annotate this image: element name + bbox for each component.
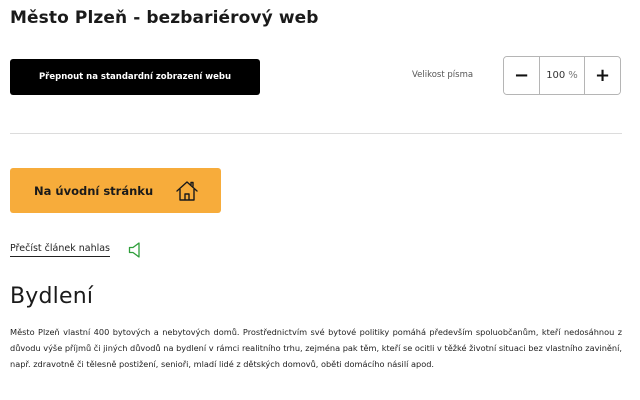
article-heading: Bydlení bbox=[10, 284, 94, 309]
page: Město Plzeň - bezbariérový web Přepnout … bbox=[0, 0, 640, 400]
home-page-button-label: Na úvodní stránku bbox=[34, 183, 154, 198]
read-aloud: Přečíst článek nahlas bbox=[10, 241, 142, 259]
font-size-value: 100 bbox=[546, 70, 566, 81]
increase-font-size-button[interactable]: + bbox=[585, 57, 620, 94]
home-icon bbox=[175, 180, 199, 202]
site-title: Město Plzeň - bezbariérový web bbox=[10, 8, 319, 28]
read-article-aloud-link[interactable]: Přečíst článek nahlas bbox=[10, 243, 111, 257]
article-body: Město Plzeň vlastní 400 bytových a nebyt… bbox=[10, 327, 622, 369]
font-size-value-field[interactable]: 100 % bbox=[539, 57, 585, 94]
decrease-font-size-button[interactable]: − bbox=[504, 57, 539, 94]
font-size-unit: % bbox=[568, 70, 578, 81]
font-size-stepper: − 100 % + bbox=[503, 56, 621, 95]
speaker-icon[interactable] bbox=[128, 241, 142, 259]
home-page-button[interactable]: Na úvodní stránku bbox=[10, 168, 221, 213]
font-size-label: Velikost písma bbox=[412, 70, 474, 80]
divider bbox=[10, 133, 622, 134]
switch-to-standard-view-button[interactable]: Přepnout na standardní zobrazení webu bbox=[10, 59, 260, 95]
